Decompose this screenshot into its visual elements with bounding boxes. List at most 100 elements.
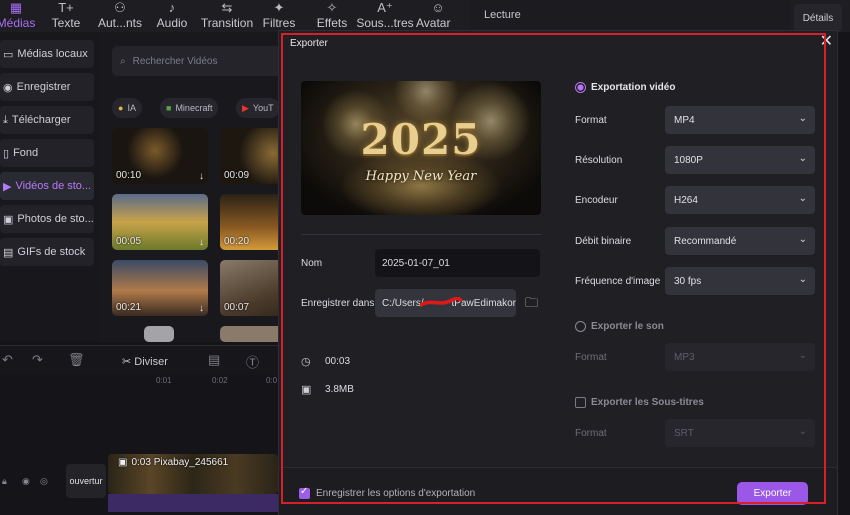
disk-icon: ▣ — [301, 384, 312, 396]
tab-subtitles[interactable]: A⁺ Sous...tres — [356, 0, 413, 32]
tab-transition[interactable]: ⇆ Transition — [200, 0, 254, 32]
gif-icon: ▤ — [3, 246, 14, 259]
video-thumb[interactable]: 00:21 ↓ — [112, 260, 208, 316]
tab-audio[interactable]: ♪ Audio — [156, 0, 188, 32]
video-thumb[interactable]: 00:05 ↓ — [112, 194, 208, 250]
chip-label: IA — [127, 103, 136, 113]
minecraft-icon: ■ — [166, 103, 172, 113]
avatar-icon: ☺ — [431, 0, 445, 15]
checkbox-checked-icon[interactable] — [299, 486, 310, 499]
tab-filtres[interactable]: ✦ Filtres — [263, 0, 296, 32]
sidebar-item-record[interactable]: ◉ Enregistrer — [0, 73, 94, 101]
download-icon[interactable]: ↓ — [199, 303, 204, 314]
download-icon[interactable]: ↓ — [199, 237, 204, 248]
timeline-ruler: 0:01 0:02 0:0 — [108, 376, 278, 390]
tab-label: Audio — [156, 16, 188, 30]
lock-icon[interactable]: 🔒︎ — [2, 476, 7, 487]
redo-icon[interactable]: ↷ — [32, 352, 43, 368]
format-select[interactable]: MP4 ⌄ — [665, 106, 815, 134]
export-button-label: Exporter — [753, 488, 792, 499]
filter-icon: ✦ — [273, 0, 285, 15]
search-icon: ⌕ — [120, 55, 126, 67]
video-clip[interactable]: ▣ 0:03 Pixabay_245661 — [108, 454, 278, 494]
save-path-field[interactable]: C:/Users/tPawEdimakor — [375, 289, 516, 317]
subtitles-format-value: SRT — [674, 427, 694, 439]
player-label: Lecture — [484, 9, 521, 21]
radio-unselected-icon[interactable] — [575, 321, 586, 332]
layers-icon: ▯ — [3, 147, 10, 160]
audio-export-option[interactable]: Exporter le son — [575, 321, 664, 332]
chevron-down-icon: ⌄ — [798, 350, 807, 361]
redaction-mark — [420, 297, 462, 307]
track-label[interactable]: ouvertur — [66, 464, 106, 498]
chip-ia[interactable]: ● IA — [112, 98, 142, 118]
framerate-value: 30 fps — [674, 275, 702, 287]
tab-avatar[interactable]: ☺Avatar IA — [416, 0, 460, 44]
sidebar-item-stock-gifs[interactable]: ▤ GIFs de stock — [0, 238, 94, 266]
resolution-select[interactable]: 1080P ⌄ — [665, 146, 815, 174]
tab-effets[interactable]: ✧ Effets — [317, 0, 347, 32]
sidebar-item-local-media[interactable]: ▭ Médias locaux — [0, 40, 94, 68]
subtitle-tool-icon[interactable]: ▤ — [208, 352, 220, 368]
subtitles-format-select[interactable]: SRT ⌄ — [665, 419, 815, 447]
effects-icon: ✧ — [326, 0, 338, 15]
chip-youtube[interactable]: ▶ YouT — [236, 98, 280, 118]
ruler-tick: 0:0 — [266, 376, 278, 385]
subtitles-export-option[interactable]: Exporter les Sous-titres — [575, 397, 704, 408]
audio-export-label: Exporter le son — [591, 321, 664, 332]
folder-icon[interactable]: 🗀 — [525, 294, 538, 316]
format-label: Format — [575, 115, 607, 126]
sidebar-item-label: Photos de sto... — [17, 213, 94, 225]
audio-clip[interactable] — [108, 494, 278, 512]
chevron-down-icon: ⌄ — [798, 234, 807, 245]
tab-label: Transition — [200, 16, 254, 30]
tab-medias[interactable]: ▦ Médias — [0, 0, 35, 32]
folder-icon: ▭ — [3, 48, 14, 61]
eye-icon[interactable]: ◉ — [22, 476, 30, 487]
encoder-label: Encodeur — [575, 195, 618, 206]
video-export-option[interactable]: Exportation vidéo — [575, 82, 675, 93]
size-info: ▣ 3.8MB — [301, 383, 354, 396]
radio-selected-icon[interactable] — [575, 82, 586, 93]
audio-toggle-icon[interactable]: ◎ — [40, 476, 48, 487]
subtitles-icon: A⁺ — [377, 0, 393, 15]
framerate-select[interactable]: 30 fps ⌄ — [665, 267, 815, 295]
tab-texte[interactable]: T+ Texte — [48, 0, 84, 32]
chip-minecraft[interactable]: ■ Minecraft — [160, 98, 219, 118]
save-options-toggle[interactable]: Enregistrer les options d'exportation — [299, 486, 475, 499]
tab-label: Sous...tres — [356, 16, 414, 30]
sidebar-item-download[interactable]: ⤓ Télécharger — [0, 106, 94, 134]
clock-icon: ◷ — [301, 356, 311, 368]
transition-icon: ⇆ — [221, 0, 233, 15]
subtitles-format-label: Format — [575, 428, 607, 439]
audio-icon: ♪ — [168, 0, 176, 15]
details-tab[interactable]: Détails — [794, 4, 842, 32]
undo-icon[interactable]: ↶ — [2, 352, 13, 368]
sidebar-item-stock-videos[interactable]: ▶ Vidéos de sto... — [0, 172, 94, 200]
sidebar-item-stock-photos[interactable]: ▣ Photos de sto... — [0, 205, 94, 233]
chevron-down-icon: ⌄ — [798, 153, 807, 164]
audio-format-select[interactable]: MP3 ⌄ — [665, 343, 815, 371]
split-button[interactable]: ✂ Diviser — [122, 355, 168, 368]
encoder-select[interactable]: H264 ⌄ — [665, 186, 815, 214]
media-icon: ▦ — [9, 0, 23, 15]
audio-format-value: MP3 — [674, 351, 695, 363]
search-input[interactable]: ⌕ Rechercher Vidéos — [112, 46, 282, 76]
export-button[interactable]: Exporter — [737, 482, 808, 505]
tab-elements[interactable]: ⚇ Aut...nts — [98, 0, 142, 32]
download-icon[interactable]: ↓ — [199, 171, 204, 182]
elements-icon: ⚇ — [114, 0, 126, 15]
bitrate-select[interactable]: Recommandé ⌄ — [665, 227, 815, 255]
video-thumb[interactable] — [144, 326, 174, 342]
text-tool-icon[interactable]: Ⓣ — [246, 352, 259, 371]
resolution-value: 1080P — [674, 154, 703, 166]
filename-input[interactable]: 2025-01-07_01 — [375, 249, 540, 277]
track-label-text: ouvertur — [69, 476, 103, 486]
delete-icon[interactable]: 🗑 — [68, 352, 85, 368]
youtube-icon: ▶ — [242, 102, 249, 113]
sidebar-item-background[interactable]: ▯ Fond — [0, 139, 94, 167]
clip-label: ▣ 0:03 Pixabay_245661 — [118, 457, 228, 468]
chip-label: YouT — [252, 103, 274, 113]
checkbox-icon[interactable] — [575, 397, 586, 408]
video-thumb[interactable]: 00:10 ↓ — [112, 128, 208, 184]
